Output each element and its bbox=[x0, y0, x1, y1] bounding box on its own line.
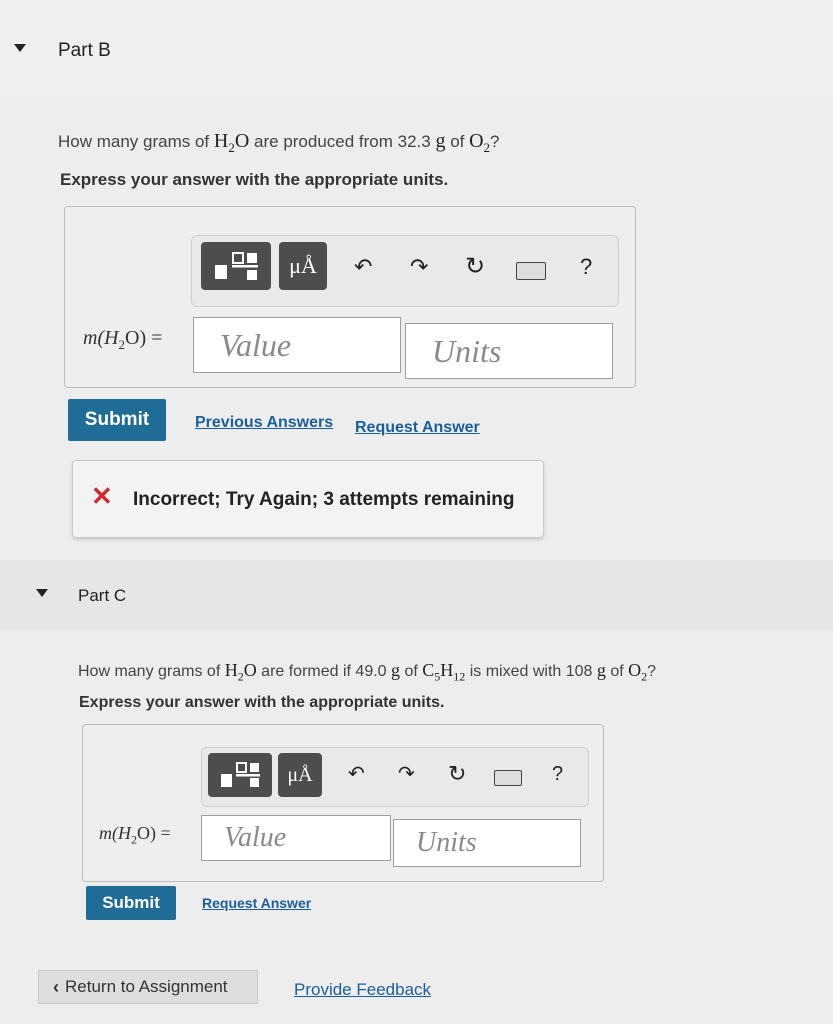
mu-angstrom-icon: μÅ bbox=[289, 253, 317, 278]
value-input[interactable]: Value bbox=[201, 815, 391, 861]
help-icon[interactable]: ? bbox=[552, 764, 563, 784]
provide-feedback-link[interactable]: Provide Feedback bbox=[294, 980, 431, 1000]
submit-button[interactable]: Submit bbox=[86, 886, 176, 920]
collapse-triangle-icon[interactable] bbox=[14, 44, 26, 52]
templates-icon bbox=[215, 252, 258, 280]
units-input[interactable]: Units bbox=[393, 819, 581, 867]
previous-answers-link[interactable]: Previous Answers bbox=[195, 414, 333, 432]
templates-icon bbox=[221, 762, 260, 787]
units-symbol-button[interactable]: μÅ bbox=[278, 753, 322, 797]
part-b-header[interactable]: Part B bbox=[0, 0, 833, 100]
collapse-triangle-icon[interactable] bbox=[36, 589, 48, 597]
templates-button[interactable] bbox=[201, 242, 271, 290]
math-toolbar: μÅ ↶ ↷ ↻ ? bbox=[191, 235, 619, 307]
request-answer-link[interactable]: Request Answer bbox=[355, 419, 480, 437]
keyboard-icon[interactable] bbox=[494, 770, 522, 786]
templates-button[interactable] bbox=[208, 753, 272, 797]
part-b-question: How many grams of H2O are produced from … bbox=[58, 130, 500, 155]
feedback-box: ✕ Incorrect; Try Again; 3 attempts remai… bbox=[72, 460, 544, 538]
math-toolbar: μÅ ↶ ↷ ↻ ? bbox=[201, 747, 589, 807]
chevron-left-icon: ‹ bbox=[53, 976, 59, 997]
reset-icon[interactable]: ↻ bbox=[448, 763, 466, 785]
part-c-title: Part C bbox=[78, 586, 127, 605]
submit-button[interactable]: Submit bbox=[68, 399, 166, 441]
units-input[interactable]: Units bbox=[405, 323, 613, 379]
units-symbol-button[interactable]: μÅ bbox=[279, 242, 327, 290]
part-c-answer-box: μÅ ↶ ↷ ↻ ? m(H2O) = Value Units bbox=[82, 724, 604, 882]
help-icon[interactable]: ? bbox=[580, 256, 592, 278]
reset-icon[interactable]: ↻ bbox=[465, 255, 485, 279]
part-c-header[interactable]: Part C bbox=[0, 560, 833, 630]
part-c-question: How many grams of H2O are formed if 49.0… bbox=[78, 660, 657, 684]
feedback-text: Incorrect; Try Again; 3 attempts remaini… bbox=[133, 489, 515, 510]
keyboard-icon[interactable] bbox=[516, 262, 546, 280]
redo-icon[interactable]: ↷ bbox=[410, 256, 428, 278]
return-to-assignment-button[interactable]: ‹ Return to Assignment bbox=[38, 970, 258, 1004]
part-b-instruction: Express your answer with the appropriate… bbox=[60, 170, 449, 189]
undo-icon[interactable]: ↶ bbox=[348, 764, 365, 784]
part-b-answer-box: μÅ ↶ ↷ ↻ ? m(H2O) = Value Units bbox=[64, 206, 636, 388]
undo-icon[interactable]: ↶ bbox=[354, 256, 372, 278]
error-icon: ✕ bbox=[91, 481, 113, 511]
input-label: m(H2O) = bbox=[83, 327, 163, 352]
redo-icon[interactable]: ↷ bbox=[398, 764, 415, 784]
part-b-title: Part B bbox=[58, 40, 111, 61]
request-answer-link[interactable]: Request Answer bbox=[202, 895, 311, 911]
input-label: m(H2O) = bbox=[99, 823, 171, 847]
mu-angstrom-icon: μÅ bbox=[287, 763, 313, 786]
return-label: Return to Assignment bbox=[65, 977, 228, 996]
value-input[interactable]: Value bbox=[193, 317, 401, 373]
part-c-instruction: Express your answer with the appropriate… bbox=[79, 694, 445, 711]
